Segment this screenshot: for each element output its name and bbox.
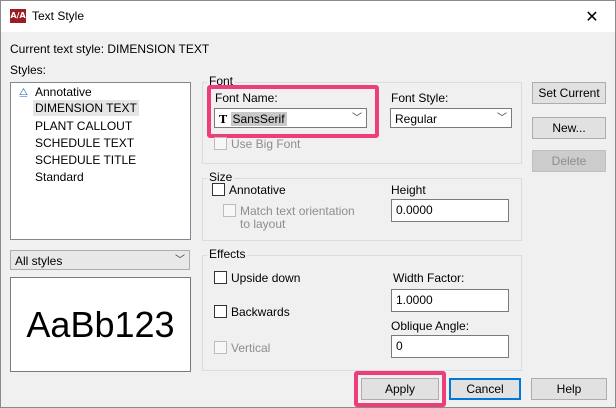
oblique-angle-label: Oblique Angle: xyxy=(391,319,470,333)
current-style-label: Current text style: DIMENSION TEXT xyxy=(10,42,209,56)
size-annotative-checkbox[interactable] xyxy=(212,183,225,196)
list-item-dimension-text[interactable]: DIMENSION TEXT xyxy=(33,100,139,116)
font-style-dropdown[interactable]: Regular ﹀ xyxy=(390,108,512,128)
font-style-value: Regular xyxy=(395,112,438,126)
text-style-dialog: A/A Text Style ✕ Current text style: DIM… xyxy=(0,0,616,408)
styles-filter-value: All styles xyxy=(15,254,63,268)
vertical-checkbox[interactable] xyxy=(214,341,227,354)
list-item-standard[interactable]: Standard xyxy=(33,169,86,185)
match-orientation-label-line2: to layout xyxy=(240,217,286,231)
list-item-schedule-title[interactable]: SCHEDULE TITLE xyxy=(33,152,138,168)
window-title: Text Style xyxy=(32,9,85,23)
height-label: Height xyxy=(391,183,426,197)
effects-group-title: Effects xyxy=(207,247,248,261)
height-input[interactable]: 0.0000 xyxy=(391,199,509,222)
chevron-down-icon: ﹀ xyxy=(497,113,507,124)
oblique-angle-input[interactable]: 0 xyxy=(391,335,509,358)
use-big-font-checkbox[interactable] xyxy=(214,137,227,150)
font-style-label: Font Style: xyxy=(391,91,449,105)
annotative-icon: ⧋ xyxy=(19,87,28,98)
match-orientation-label-line1: Match text orientation xyxy=(240,204,355,218)
current-style-caption: Current text style: xyxy=(10,42,105,56)
preview-text: AaBb123 xyxy=(26,304,175,345)
match-orientation-checkbox[interactable] xyxy=(223,204,236,217)
styles-list[interactable]: ⧋ Annotative DIMENSION TEXT PLANT CALLOU… xyxy=(10,82,191,240)
new-button[interactable]: New... xyxy=(532,117,606,139)
list-item-annotative[interactable]: Annotative xyxy=(33,84,94,100)
backwards-label: Backwards xyxy=(231,305,290,319)
close-icon[interactable]: ✕ xyxy=(579,6,605,28)
current-style-value: DIMENSION TEXT xyxy=(107,42,210,56)
help-button[interactable]: Help xyxy=(531,378,607,400)
upside-down-label: Upside down xyxy=(231,271,301,285)
styles-label: Styles: xyxy=(10,63,47,77)
cancel-button[interactable]: Cancel xyxy=(449,378,521,400)
chevron-down-icon: ﹀ xyxy=(175,255,185,266)
width-factor-input[interactable]: 1.0000 xyxy=(391,289,509,312)
apply-button[interactable]: Apply xyxy=(361,378,439,400)
vertical-label: Vertical xyxy=(231,341,271,355)
styles-filter-dropdown[interactable]: All styles ﹀ xyxy=(10,250,190,270)
app-icon: A/A xyxy=(10,9,26,23)
use-big-font-label: Use Big Font xyxy=(231,137,301,151)
upside-down-checkbox[interactable] xyxy=(214,271,227,284)
list-item-schedule-text[interactable]: SCHEDULE TEXT xyxy=(33,135,136,151)
width-factor-label: Width Factor: xyxy=(393,271,465,285)
set-current-button[interactable]: Set Current xyxy=(532,82,606,104)
size-annotative-label: Annotative xyxy=(229,183,286,197)
size-group-title: Size xyxy=(207,170,235,184)
style-preview: AaBb123 xyxy=(10,277,191,372)
title-bar: A/A Text Style ✕ xyxy=(1,1,615,32)
font-name-highlight xyxy=(207,85,379,138)
delete-button[interactable]: Delete xyxy=(532,150,606,172)
list-item-plant-callout[interactable]: PLANT CALLOUT xyxy=(33,118,134,134)
backwards-checkbox[interactable] xyxy=(214,305,227,318)
